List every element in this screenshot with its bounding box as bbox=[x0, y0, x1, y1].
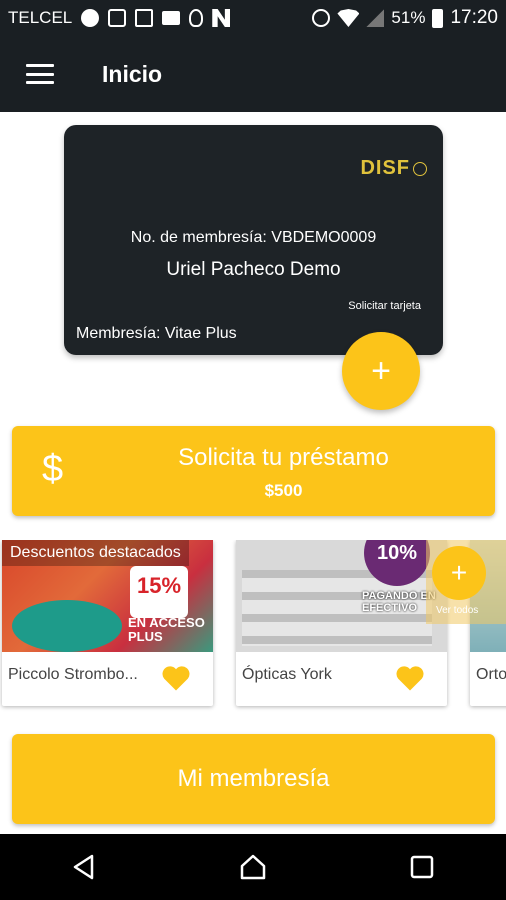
n-logo-icon bbox=[212, 9, 231, 27]
favorite-heart-icon[interactable] bbox=[161, 664, 191, 692]
see-all-button[interactable]: + Ver todos bbox=[426, 540, 506, 624]
promo-text: EN ACCESO PLUS bbox=[128, 615, 205, 644]
battery-icon bbox=[432, 8, 444, 28]
carrier-label: TELCEL bbox=[8, 8, 73, 27]
membership-card: DISF No. de membresía: VBDEMO0009 Uriel … bbox=[64, 125, 443, 355]
battery-percent: 51% bbox=[391, 8, 426, 27]
loan-button[interactable]: $ Solicita tu préstamo $500 bbox=[12, 426, 495, 516]
deal-name: Ópticas York bbox=[242, 666, 332, 683]
dollar-icon: $ bbox=[42, 448, 64, 490]
add-button[interactable]: + bbox=[342, 332, 420, 410]
deal-image: 10% PAGANDO EN EFECTIVO bbox=[236, 540, 447, 652]
system-nav-bar bbox=[0, 834, 506, 900]
hamburger-icon[interactable] bbox=[26, 64, 54, 84]
app-bar: Inicio bbox=[0, 36, 506, 112]
my-membership-button[interactable]: Mi membresía bbox=[12, 734, 495, 824]
deal-name: Piccolo Strombo... bbox=[8, 666, 138, 683]
clapper-icon bbox=[162, 11, 181, 25]
deal-name: Orto bbox=[476, 666, 506, 683]
favorite-heart-icon[interactable] bbox=[395, 664, 425, 692]
logo-mark-icon bbox=[413, 161, 427, 176]
holder-name: Uriel Pacheco Demo bbox=[166, 259, 341, 280]
see-all-label: Ver todos bbox=[436, 605, 479, 616]
loan-title: Solicita tu préstamo bbox=[178, 444, 389, 471]
brand-logo: DISF bbox=[360, 157, 427, 180]
deal-card-opticas[interactable]: 10% PAGANDO EN EFECTIVO Ópticas York bbox=[236, 540, 447, 706]
wifi-icon bbox=[337, 9, 360, 27]
signal-icon bbox=[366, 9, 385, 27]
home-icon[interactable] bbox=[233, 847, 273, 887]
alarm-icon bbox=[312, 9, 331, 27]
messenger-icon bbox=[81, 9, 100, 27]
page-title: Inicio bbox=[102, 60, 163, 87]
featured-discounts-label: Descuentos destacados bbox=[2, 540, 189, 566]
image-icon bbox=[135, 9, 154, 27]
my-membership-label: Mi membresía bbox=[177, 765, 330, 792]
discounts-carousel[interactable]: 15% EN ACCESO PLUS Piccolo Strombo... 10… bbox=[0, 540, 506, 712]
discount-badge: 15% bbox=[130, 566, 188, 618]
loan-amount: $500 bbox=[264, 481, 303, 500]
plus-icon: + bbox=[432, 546, 486, 600]
clock: 17:20 bbox=[450, 7, 498, 28]
membership-type: Membresía: Vitae Plus bbox=[76, 325, 237, 342]
back-icon[interactable] bbox=[64, 847, 104, 887]
status-bar: TELCEL 51% 17:20 bbox=[0, 0, 506, 36]
recents-icon[interactable] bbox=[402, 847, 442, 887]
membership-number: No. de membresía: VBDEMO0009 bbox=[130, 229, 377, 246]
request-card-link[interactable]: Solicitar tarjeta bbox=[348, 300, 421, 312]
phone-icon bbox=[108, 9, 127, 27]
plus-icon: + bbox=[371, 351, 391, 390]
bulb-icon bbox=[189, 9, 204, 27]
